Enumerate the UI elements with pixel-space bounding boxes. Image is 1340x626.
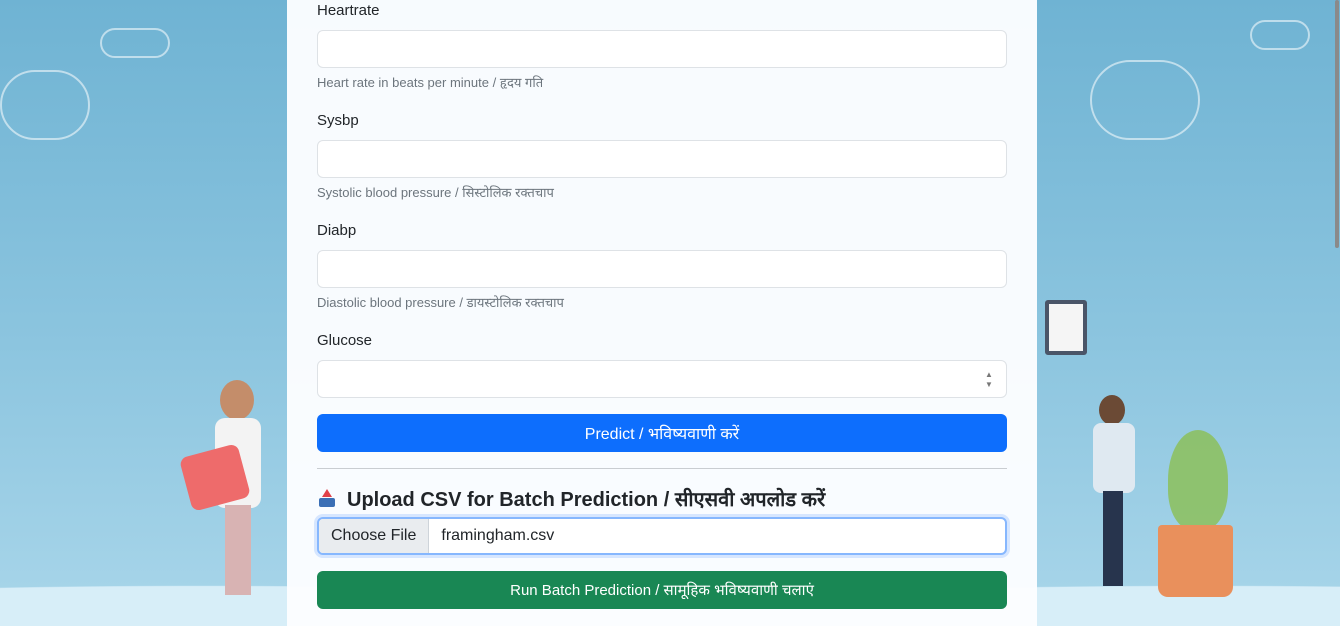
form-group-diabp: Diabp <box>317 222 1007 239</box>
form-group-glucose: Glucose <box>317 332 1007 349</box>
number-spinner[interactable]: ▲ ▼ <box>984 370 994 390</box>
cloud-decoration <box>1090 60 1200 140</box>
sysbp-input[interactable] <box>317 140 1007 178</box>
field-label: Sysbp <box>317 112 359 129</box>
field-help-text: Systolic blood pressure / सिस्टोलिक रक्त… <box>317 185 554 200</box>
field-help-text: Heart rate in beats per minute / हृदय गत… <box>317 75 544 90</box>
spinner-down-icon[interactable]: ▼ <box>984 380 994 390</box>
cloud-decoration <box>100 28 170 58</box>
section-divider <box>317 468 1007 469</box>
csv-file-input[interactable]: Choose File framingham.csv <box>317 517 1007 555</box>
page-scrollbar[interactable] <box>1334 0 1340 626</box>
cloud-decoration <box>1250 20 1310 50</box>
glucose-input[interactable]: ▲ ▼ <box>317 360 1007 398</box>
background-illustration-woman <box>178 380 265 600</box>
selected-file-name: framingham.csv <box>441 527 555 544</box>
heartrate-input[interactable] <box>317 30 1007 68</box>
field-label: Diabp <box>317 222 357 239</box>
field-help-text: Diastolic blood pressure / डायस्टोलिक रक… <box>317 295 564 310</box>
run-batch-prediction-button[interactable]: Run Batch Prediction / सामूहिक भविष्यवाण… <box>317 571 1007 609</box>
field-label: Heartrate <box>317 2 380 19</box>
upload-section-title: Upload CSV for Batch Prediction / सीएसवी… <box>317 485 1007 512</box>
prediction-form-card: Heartrate Heart rate in beats per minute… <box>287 0 1037 626</box>
scrollbar-thumb[interactable] <box>1335 0 1339 248</box>
form-group-sysbp: Sysbp <box>317 112 1007 129</box>
upload-tray-icon <box>317 488 337 509</box>
background-illustration-frame <box>1045 300 1087 355</box>
background-illustration-plant <box>1158 430 1233 600</box>
diabp-input[interactable] <box>317 250 1007 288</box>
choose-file-button[interactable]: Choose File <box>319 519 430 553</box>
spinner-up-icon[interactable]: ▲ <box>984 370 994 380</box>
predict-button[interactable]: Predict / भविष्यवाणी करें <box>317 414 1007 452</box>
cloud-decoration <box>0 70 90 140</box>
form-group-heartrate: Heartrate <box>317 2 1007 19</box>
field-label: Glucose <box>317 332 373 349</box>
upload-title-text: Upload CSV for Batch Prediction / सीएसवी… <box>347 489 826 511</box>
background-illustration-man <box>1085 395 1155 595</box>
